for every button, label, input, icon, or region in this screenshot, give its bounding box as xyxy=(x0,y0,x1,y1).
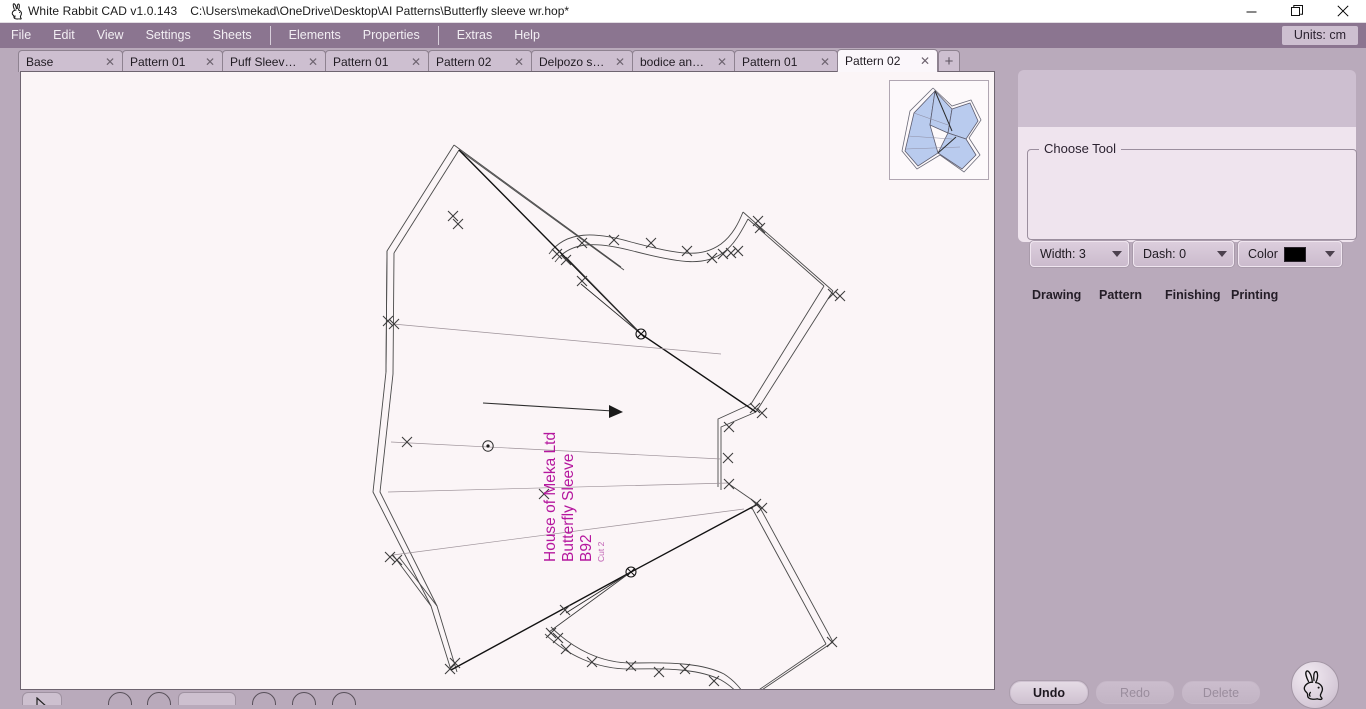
window-controls xyxy=(1228,0,1366,23)
add-tab-button[interactable]: + xyxy=(938,50,960,72)
tab-label: Pattern 01 xyxy=(333,54,389,69)
zoom-out-button[interactable] xyxy=(147,692,171,705)
pan-tool-button[interactable] xyxy=(292,692,316,705)
delete-button: Delete xyxy=(1182,681,1260,704)
tab-close-icon[interactable]: ✕ xyxy=(819,56,831,68)
tab-pattern-01-a[interactable]: Pattern 01 ✕ xyxy=(122,50,223,72)
choose-tool-label: Choose Tool xyxy=(1039,141,1122,156)
tab-close-icon[interactable]: ✕ xyxy=(204,56,216,68)
tab-label: bodice and sle... xyxy=(640,54,708,69)
tool-card: Choose Tool xyxy=(1018,70,1357,242)
style-dropdown-row: Width: 3 Dash: 0 Color xyxy=(1030,241,1360,267)
tab-close-icon[interactable]: ✕ xyxy=(614,56,626,68)
tab-label: Base xyxy=(26,54,54,69)
menu-elements[interactable]: Elements xyxy=(278,23,352,48)
dash-dropdown[interactable]: Dash: 0 xyxy=(1133,241,1234,267)
pattern-thumbnail[interactable] xyxy=(889,80,989,180)
menu-properties[interactable]: Properties xyxy=(352,23,431,48)
color-swatch xyxy=(1283,246,1306,262)
info-button[interactable] xyxy=(332,692,356,705)
right-tool-panel: Choose Tool Width: 3 Dash: 0 Color Drawi… xyxy=(1008,48,1366,705)
menu-divider xyxy=(269,26,271,45)
width-dropdown-label: Width: 3 xyxy=(1040,247,1086,261)
tab-label: Pattern 01 xyxy=(742,54,798,69)
pattern-label-name: Butterfly Sleeve xyxy=(560,453,577,562)
control-point-markers xyxy=(382,210,846,687)
choose-tool-groupbox[interactable]: Choose Tool xyxy=(1027,141,1357,240)
redo-button: Redo xyxy=(1096,681,1174,704)
color-dropdown-label: Color xyxy=(1248,247,1278,261)
tab-bodice-and-sleeve[interactable]: bodice and sle... ✕ xyxy=(632,50,735,72)
category-printing[interactable]: Printing xyxy=(1231,288,1278,302)
pattern-canvas[interactable]: House of Meka Ltd Butterfly Sleeve B92 C… xyxy=(20,71,995,690)
menu-bar: File Edit View Settings Sheets Elements … xyxy=(0,23,1366,48)
undo-button[interactable]: Undo xyxy=(1010,681,1088,704)
tab-base[interactable]: Base ✕ xyxy=(18,50,123,72)
tab-label: Pattern 02 xyxy=(845,54,901,68)
tab-pattern-02-a[interactable]: Pattern 02 ✕ xyxy=(428,50,532,72)
menu-file[interactable]: File xyxy=(0,23,42,48)
cursor-tool-button[interactable] xyxy=(22,692,62,705)
chevron-down-icon xyxy=(1325,251,1335,257)
close-icon[interactable] xyxy=(1320,0,1366,23)
category-drawing[interactable]: Drawing xyxy=(1032,288,1099,302)
tab-puff-sleeve[interactable]: Puff Sleeve pa... ✕ xyxy=(222,50,326,72)
tab-label: Delpozo sleeve xyxy=(539,54,606,69)
grainline-arrow xyxy=(482,402,623,418)
tab-label: Pattern 01 xyxy=(130,54,186,69)
tab-pattern-02-active[interactable]: Pattern 02 ✕ xyxy=(837,49,938,72)
bottom-toolbar xyxy=(0,692,1008,705)
chevron-down-icon xyxy=(1112,251,1122,257)
width-dropdown[interactable]: Width: 3 xyxy=(1030,241,1129,267)
rabbit-help-button[interactable] xyxy=(1291,661,1339,709)
tab-delpozo-sleeve[interactable]: Delpozo sleeve ✕ xyxy=(531,50,633,72)
units-indicator[interactable]: Units: cm xyxy=(1281,26,1358,45)
tab-close-icon[interactable]: ✕ xyxy=(513,56,525,68)
dash-dropdown-label: Dash: 0 xyxy=(1143,247,1187,261)
menu-extras[interactable]: Extras xyxy=(446,23,503,48)
zoom-in-button[interactable] xyxy=(108,692,132,705)
app-rabbit-icon xyxy=(6,2,28,20)
title-bar: White Rabbit CAD v1.0.143 C:\Users\mekad… xyxy=(0,0,1366,23)
pivot-point xyxy=(482,440,494,452)
dart-point-lower xyxy=(625,566,637,578)
maximize-icon[interactable] xyxy=(1274,0,1320,23)
action-button-row: Undo Redo Delete xyxy=(1010,681,1280,704)
menu-view[interactable]: View xyxy=(86,23,135,48)
tab-bar: Base ✕ Pattern 01 ✕ Puff Sleeve pa... ✕ … xyxy=(0,48,1008,72)
tab-close-icon[interactable]: ✕ xyxy=(410,56,422,68)
menu-edit[interactable]: Edit xyxy=(42,23,86,48)
tab-pattern-01-b[interactable]: Pattern 01 ✕ xyxy=(325,50,429,72)
rabbit-icon xyxy=(1303,670,1324,700)
zoom-level-field[interactable] xyxy=(178,692,236,705)
tab-close-icon[interactable]: ✕ xyxy=(307,56,319,68)
choose-tool-section: Choose Tool xyxy=(1018,127,1357,242)
menu-divider xyxy=(437,26,439,45)
tool-category-row: Drawing Pattern Finishing Printing xyxy=(1032,288,1352,302)
minimize-icon[interactable] xyxy=(1228,0,1274,23)
fit-view-button[interactable] xyxy=(252,692,276,705)
tab-label: Puff Sleeve pa... xyxy=(230,54,299,69)
tab-pattern-01-c[interactable]: Pattern 01 ✕ xyxy=(734,50,838,72)
pattern-label-company: House of Meka Ltd xyxy=(542,432,559,562)
dart-point-upper xyxy=(635,328,647,340)
color-dropdown[interactable]: Color xyxy=(1238,241,1342,267)
pattern-label-code: B92 xyxy=(578,534,595,562)
tab-close-icon[interactable]: ✕ xyxy=(104,56,116,68)
window-title: White Rabbit CAD v1.0.143 xyxy=(28,4,178,18)
window-file-path: C:\Users\mekad\OneDrive\Desktop\AI Patte… xyxy=(190,4,570,18)
tab-close-icon[interactable]: ✕ xyxy=(919,55,931,67)
chevron-down-icon xyxy=(1217,251,1227,257)
menu-help[interactable]: Help xyxy=(503,23,551,48)
menu-settings[interactable]: Settings xyxy=(135,23,202,48)
menu-sheets[interactable]: Sheets xyxy=(202,23,263,48)
pattern-label-cut: Cut 2 xyxy=(596,541,606,562)
category-pattern[interactable]: Pattern xyxy=(1099,288,1165,302)
tab-label: Pattern 02 xyxy=(436,54,492,69)
pattern-drawing: House of Meka Ltd Butterfly Sleeve B92 C… xyxy=(372,144,846,689)
category-finishing[interactable]: Finishing xyxy=(1165,288,1231,302)
tab-close-icon[interactable]: ✕ xyxy=(716,56,728,68)
